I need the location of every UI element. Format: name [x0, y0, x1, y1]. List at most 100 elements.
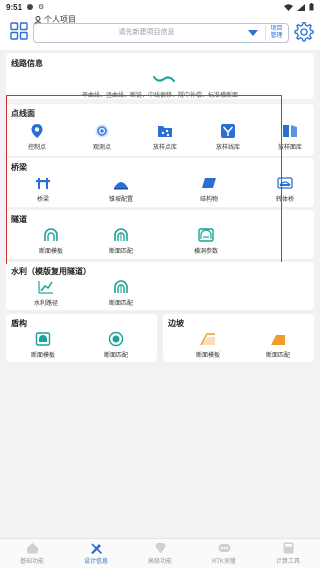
bridge-button[interactable]: 桥梁 — [18, 175, 68, 203]
stakeout-line-library-label: 放样线库 — [215, 145, 240, 151]
grid-menu-icon[interactable] — [10, 22, 28, 40]
point-line-surface-title: 点线面 — [11, 109, 35, 118]
section-match-icon — [114, 228, 128, 241]
water-route-icon — [38, 281, 53, 294]
cross-tunnel-params-label: 横洞参数 — [193, 249, 218, 255]
gear-icon[interactable] — [294, 22, 314, 42]
structure-label: 结构物 — [199, 197, 218, 203]
water-route-label: 水利路径 — [33, 301, 58, 307]
tunnel-section-match-label: 断面匹配 — [108, 249, 133, 255]
bridge-section: 桥梁 桥梁 锥坡配置 结构物 转体桥 — [6, 158, 314, 207]
target-icon — [95, 124, 109, 138]
clock: 9:51 — [6, 2, 23, 12]
settings-status-icon: ⚙ — [38, 4, 45, 11]
observation-point-label: 观测点 — [92, 145, 111, 151]
signal-icon — [297, 3, 305, 11]
swivel-bridge-icon — [277, 177, 293, 189]
location-pin-icon — [31, 124, 43, 138]
tunnel-section: 隧道 断面模板 断面匹配 横洞参数 — [6, 210, 314, 259]
tab-calculation-tools[interactable]: 计算工具 — [256, 539, 320, 568]
home-icon — [26, 543, 38, 554]
shield-section-template-label: 断面模板 — [30, 353, 55, 359]
cone-slope-config-button[interactable]: 锥坡配置 — [96, 175, 146, 203]
line-library-icon — [221, 124, 235, 138]
tab-basic-functions-label: 基础功能 — [19, 559, 44, 565]
section-template-icon — [44, 228, 58, 241]
tunnel-section-template-button[interactable]: 断面模板 — [26, 227, 76, 255]
route-info-description: 平曲线、竖曲线、断链、中线偏移、隧中补偿、标准横断面 — [81, 93, 238, 99]
point-line-surface-section: 点线面 控制点 观测点 放样点库 放样线库 放样面库 — [6, 104, 314, 156]
shield-section: 盾构 断面模板 断面匹配 — [6, 314, 157, 362]
project-manage-label-1: 项目 — [270, 26, 283, 32]
surface-library-icon — [283, 125, 297, 137]
rtk-icon — [218, 544, 230, 552]
slope-section: 边坡 断面模板 断面匹配 — [163, 314, 314, 362]
header: 个人项目 请先新建项目信息 项目 管理 — [0, 14, 320, 50]
slope-section-template-button[interactable]: 断面模板 — [183, 331, 233, 359]
bottom-tab-bar: 基础功能 设计信息 高级功能 RTK测量 计算工具 — [0, 538, 320, 568]
battery-icon — [309, 3, 314, 11]
hydraulic-section-match-button[interactable]: 断面匹配 — [96, 279, 146, 307]
cross-tunnel-params-button[interactable]: 横洞参数 — [181, 227, 231, 255]
control-point-label: 控制点 — [27, 145, 46, 151]
route-curve-icon — [153, 76, 175, 82]
diamond-icon — [154, 543, 166, 554]
slope-section-match-button[interactable]: 断面匹配 — [253, 331, 303, 359]
observation-point-button[interactable]: 观测点 — [77, 123, 127, 151]
project-selector[interactable]: 请先新建项目信息 项目 管理 — [33, 23, 289, 43]
tab-rtk-survey[interactable]: RTK测量 — [192, 539, 256, 568]
wifi-icon — [284, 3, 293, 11]
slope-template-icon — [200, 333, 215, 346]
bridge-icon — [36, 178, 50, 189]
slope-title: 边坡 — [168, 319, 184, 328]
section-template-icon — [35, 332, 51, 346]
cone-slope-icon — [114, 182, 128, 190]
tab-advanced-functions-label: 高级功能 — [147, 559, 172, 565]
stakeout-point-library-label: 放样点库 — [152, 145, 177, 151]
structure-button[interactable]: 结构物 — [184, 175, 234, 203]
project-manage-label-2: 管理 — [270, 33, 283, 39]
shield-section-match-label: 断面匹配 — [103, 353, 128, 359]
calculator-icon — [283, 542, 293, 554]
shield-title: 盾构 — [11, 319, 27, 328]
stakeout-surface-library-button[interactable]: 放样面库 — [265, 123, 315, 151]
tab-basic-functions[interactable]: 基础功能 — [0, 539, 64, 568]
stakeout-line-library-button[interactable]: 放样线库 — [203, 123, 253, 151]
section-match-icon — [108, 331, 124, 347]
hydraulic-section: 水利（模版复用隧道） 水利路径 断面匹配 — [6, 262, 314, 310]
route-info-title: 线路信息 — [11, 59, 43, 68]
stakeout-point-library-button[interactable]: 放样点库 — [140, 123, 190, 151]
point-library-icon — [158, 126, 172, 137]
route-info-card[interactable]: 线路信息 平曲线、竖曲线、断链、中线偏移、隧中补偿、标准横断面 — [6, 53, 314, 99]
swivel-bridge-label: 转体桥 — [275, 197, 294, 203]
tunnel-title: 隧道 — [11, 215, 27, 224]
section-match-icon — [114, 280, 128, 293]
notification-icon — [27, 4, 34, 10]
swivel-bridge-button[interactable]: 转体桥 — [260, 175, 310, 203]
tab-advanced-functions[interactable]: 高级功能 — [128, 539, 192, 568]
control-point-button[interactable]: 控制点 — [12, 123, 62, 151]
bridge-label: 桥梁 — [36, 197, 49, 203]
tab-calculation-tools-label: 计算工具 — [275, 559, 300, 565]
project-manage-button[interactable]: 项目 管理 — [265, 25, 287, 41]
project-selector-placeholder: 请先新建项目信息 — [118, 29, 175, 36]
design-tools-icon — [90, 543, 102, 554]
cross-tunnel-icon — [198, 228, 214, 242]
chevron-down-icon[interactable] — [248, 29, 258, 37]
hydraulic-title: 水利（模版复用隧道） — [11, 267, 91, 276]
tunnel-section-template-label: 断面模板 — [38, 249, 63, 255]
tab-design-info[interactable]: 设计信息 — [64, 539, 128, 568]
tunnel-section-match-button[interactable]: 断面匹配 — [96, 227, 146, 255]
shield-section-template-button[interactable]: 断面模板 — [18, 331, 68, 359]
slope-section-match-label: 断面匹配 — [265, 353, 290, 359]
structure-icon — [202, 178, 216, 188]
slope-match-icon — [271, 335, 285, 345]
tab-rtk-survey-label: RTK测量 — [212, 559, 236, 565]
water-route-button[interactable]: 水利路径 — [21, 279, 71, 307]
stakeout-surface-library-label: 放样面库 — [277, 145, 302, 151]
tab-design-info-label: 设计信息 — [83, 559, 108, 565]
bridge-title: 桥梁 — [11, 163, 27, 172]
shield-section-match-button[interactable]: 断面匹配 — [91, 331, 141, 359]
hydraulic-section-match-label: 断面匹配 — [108, 301, 133, 307]
status-bar: 9:51 ⚙ — [0, 0, 320, 14]
